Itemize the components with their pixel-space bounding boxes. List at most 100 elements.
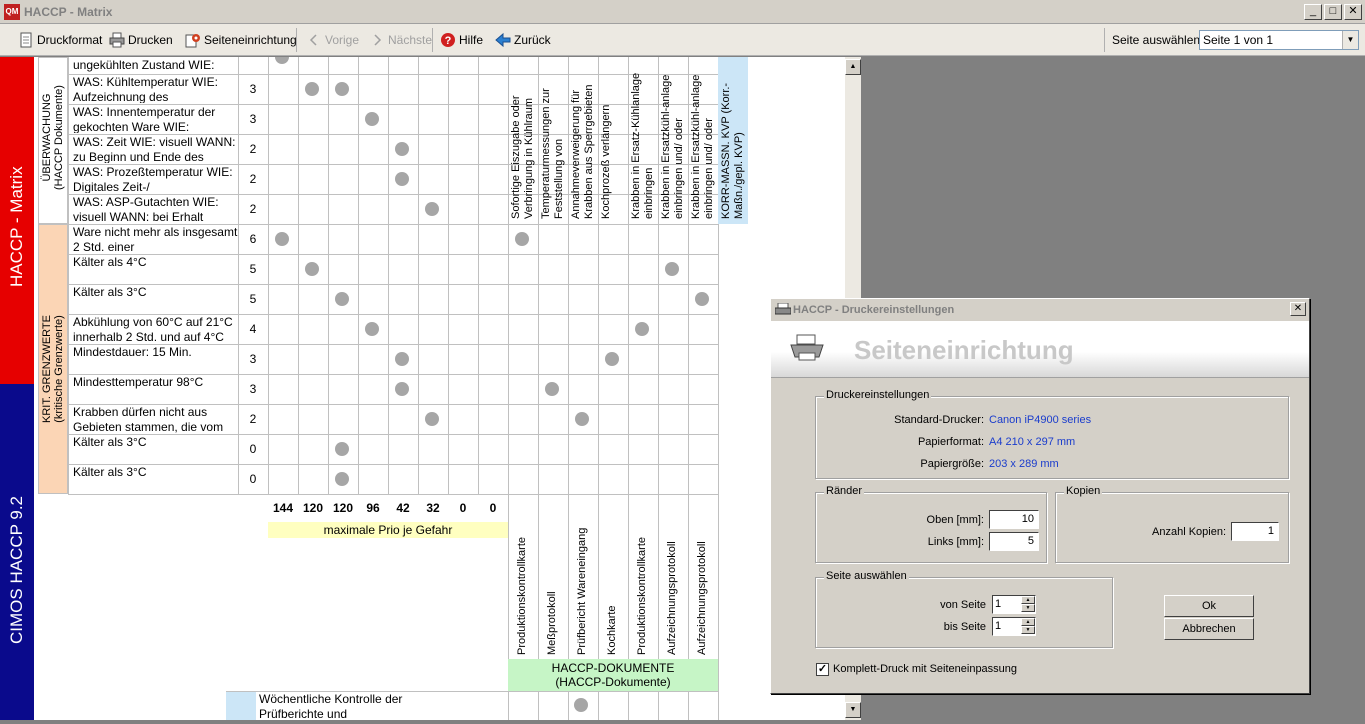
chevron-right-icon [369, 32, 385, 48]
document-icon [18, 32, 34, 48]
help-button[interactable]: ? Hilfe [440, 31, 483, 49]
page-select-dropdown[interactable]: Seite 1 von 1 ▼ [1199, 30, 1359, 50]
copies-input[interactable]: 1 [1231, 522, 1279, 541]
previous-button[interactable]: Vorige [306, 31, 359, 49]
row-description: WAS: Kühltemperatur WIE: Aufzeichnung de… [73, 75, 218, 103]
document-header: Meßprotokoll [546, 591, 558, 655]
documents-label: HACCP-DOKUMENTE (HACCP-Dokumente) [508, 659, 718, 691]
help-icon: ? [440, 32, 456, 48]
window-titlebar: QM HACCP - Matrix _ □ ✕ [0, 0, 1365, 24]
copies-label: Anzahl Kopien: [1152, 526, 1226, 538]
print-format-button[interactable]: Druckformat [18, 31, 102, 49]
spin-down-icon[interactable]: ▼ [1021, 626, 1035, 634]
grid-line [568, 57, 569, 720]
row-priority: 6 [249, 232, 257, 246]
grid-line [478, 57, 479, 494]
svg-text:?: ? [445, 35, 452, 47]
page-select-value: Seite 1 von 1 [1203, 33, 1274, 47]
help-label: Hilfe [459, 33, 484, 47]
minimize-button[interactable]: _ [1304, 4, 1322, 20]
scroll-up-button[interactable]: ▲ [845, 59, 861, 75]
row-priority: 5 [249, 262, 257, 276]
document-header: Kochkarte [606, 605, 618, 655]
dialog-heading: Seiteneinrichtung [854, 335, 1074, 365]
printer-group-label: Druckereinstellungen [824, 389, 932, 401]
row-description: Krabben dürfen nicht aus Gebieten stamme… [73, 405, 224, 433]
sidebar-title-band: HACCP - Matrix [0, 57, 34, 384]
page-setup-label: Seiteneinrichtung [204, 33, 297, 47]
spin-up-icon[interactable]: ▲ [1021, 618, 1035, 626]
print-label: Drucken [128, 33, 173, 47]
back-button[interactable]: Zurück [495, 31, 551, 49]
matrix-dot [335, 472, 349, 486]
toolbar-separator [432, 28, 433, 52]
printer-settings-dialog: HACCP - Druckereinstellungen ✕ Seitenein… [770, 298, 1310, 694]
toolbar-separator [1104, 28, 1105, 52]
chevron-down-icon[interactable]: ▼ [1342, 31, 1358, 49]
grid-line [418, 57, 419, 494]
row-priority: 5 [249, 292, 257, 306]
page-select-label: Seite auswählen [1112, 33, 1201, 47]
dialog-close-button[interactable]: ✕ [1290, 302, 1306, 316]
matrix-dot [395, 172, 409, 186]
row-priority: 2 [249, 202, 257, 216]
scroll-down-button[interactable]: ▼ [845, 702, 861, 718]
measure-header: Krabben in Ersatzkühl-anlage einbringen … [690, 74, 715, 219]
paper-size-value: 203 x 289 mm [989, 458, 1059, 470]
row-priority: 0 [249, 442, 257, 456]
grid-line [328, 57, 329, 494]
to-page-spinner[interactable]: 1 ▲ ▼ [992, 617, 1036, 636]
next-button[interactable]: Nächste [369, 31, 432, 49]
sidebar-product: CIMOS HACCP 9.2 [7, 495, 26, 644]
document-header: Aufzeichnungsprotokoll [696, 541, 708, 655]
document-header: Aufzeichnungsprotokoll [666, 541, 678, 655]
matrix-dot [365, 112, 379, 126]
row-description: WAS: Zeit WIE: visuell WANN: zu Beginn u… [73, 135, 236, 163]
cancel-button[interactable]: Abbrechen [1164, 618, 1254, 640]
row-description: Mindestdauer: 15 Min. [73, 345, 192, 359]
grid-line [226, 691, 718, 692]
left-margin-label: Links [mm]: [927, 536, 984, 548]
measure-header: Annahmeverweigerung für Krabben aus Sper… [570, 84, 595, 219]
paper-format-value: A4 210 x 297 mm [989, 436, 1076, 448]
measure-header: Kochprozeß verlängern [600, 104, 612, 219]
row-priority: 3 [249, 382, 257, 396]
close-button[interactable]: ✕ [1344, 4, 1362, 20]
from-page-spinner[interactable]: 1 ▲ ▼ [992, 595, 1036, 614]
ok-button[interactable]: Ok [1164, 595, 1254, 617]
measure-header: KORR-MASSN. KVP (Korr.-Maßn./gepl. KVP) [720, 82, 745, 219]
page-range-group-label: Seite auswählen [824, 570, 909, 582]
copies-group-label: Kopien [1064, 485, 1103, 497]
page-setup-button[interactable]: Seiteneinrichtung [185, 31, 297, 49]
grid-line [448, 57, 449, 494]
row-description: WAS: Prozeßtemperatur WIE: Digitales Zei… [73, 165, 233, 193]
spin-up-icon[interactable]: ▲ [1021, 596, 1035, 604]
matrix-document: HACCP - Matrix CIMOS HACCP 9.2 ÜBERWACHU… [0, 57, 845, 720]
score-value: 144 [272, 501, 294, 515]
printer-icon [774, 302, 792, 320]
matrix-dot [575, 412, 589, 426]
print-button[interactable]: Drucken [109, 31, 173, 49]
scores-label: maximale Prio je Gefahr [268, 522, 508, 538]
fit-to-page-checkbox[interactable]: ✓ [816, 663, 829, 676]
left-margin-input[interactable]: 5 [989, 532, 1039, 551]
measure-header: Krabben in Ersatzkühl-anlage einbringen … [660, 74, 685, 219]
to-page-value: 1 [995, 620, 1002, 632]
matrix-dot [635, 322, 649, 336]
category-monitoring: ÜBERWACHUNG (HACCP Dokumente) [38, 57, 68, 224]
dialog-title: HACCP - Druckereinstellungen [793, 304, 955, 316]
category-limits: KRIT. GRENZWERTE (kritische Grenzwerte) [38, 224, 68, 494]
maximize-button[interactable]: □ [1324, 4, 1342, 20]
document-header: Produktionskontrollkarte [636, 536, 648, 655]
std-printer-label: Standard-Drucker: [894, 414, 984, 426]
row-description: Ware nicht mehr als insgesamt 2 Std. ein… [73, 225, 238, 253]
top-margin-input[interactable]: 10 [989, 510, 1039, 529]
document-header: Prüfbericht Wareneingang [576, 527, 588, 655]
chevron-left-icon [306, 32, 322, 48]
previous-label: Vorige [325, 33, 360, 47]
row-description: Kälter als 3°C [73, 285, 147, 299]
spin-down-icon[interactable]: ▼ [1021, 604, 1035, 612]
category-monitoring-label: ÜBERWACHUNG (HACCP Dokumente) [41, 85, 65, 190]
matrix-dot [395, 352, 409, 366]
page-setup-icon [185, 32, 201, 48]
